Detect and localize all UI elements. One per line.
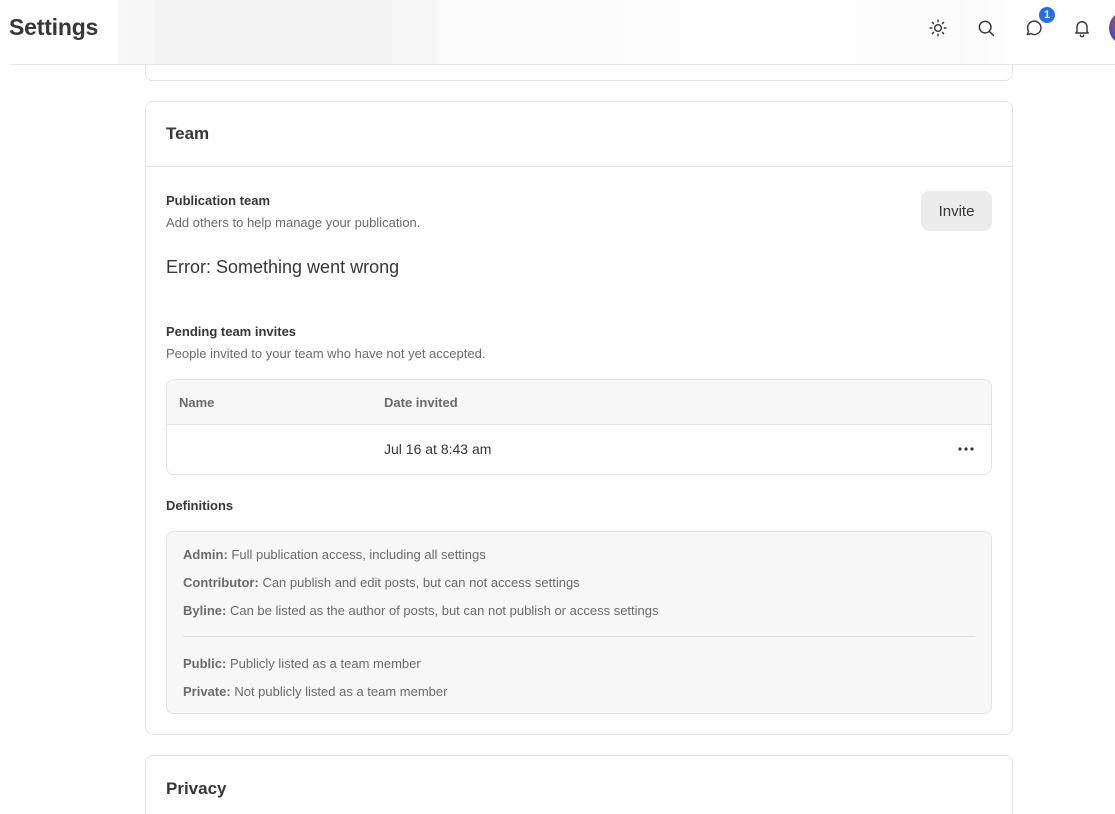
definition-text: Full publication access, including all s… [231,547,486,562]
definition-term: Private: [183,684,231,699]
pending-invites-table: Name Date invited Jul 16 at 8:43 am [166,379,992,475]
sun-icon [929,19,947,37]
table-row: Jul 16 at 8:43 am [167,425,991,474]
header-background-shape [155,0,437,64]
definition-text: Can be listed as the author of posts, bu… [229,603,659,618]
team-card-header: Team [146,102,1012,167]
search-icon [978,20,995,37]
bell-icon [1075,21,1089,38]
publication-team-description: Add others to help manage your publicati… [166,215,421,230]
user-avatar[interactable] [1109,11,1115,45]
team-card-title: Team [166,124,210,143]
definition-public: Public: Publicly listed as a team member [183,656,421,671]
definition-contributor: Contributor: Can publish and edit posts,… [183,575,580,590]
definition-text: Publicly listed as a team member [229,656,421,671]
more-horizontal-icon [958,447,974,451]
definitions-box: Admin: Full publication access, includin… [166,531,992,714]
search-button[interactable] [970,12,1002,44]
definitions-title: Definitions [166,498,234,513]
page-title: Settings [9,14,99,40]
definitions-divider [183,636,975,637]
privacy-card: Privacy [145,755,1013,814]
invite-date: Jul 16 at 8:43 am [384,441,492,457]
theme-toggle-button[interactable] [922,12,954,44]
row-more-button[interactable] [953,437,979,461]
definition-text: Can publish and edit posts, but can not … [262,575,580,590]
definition-admin: Admin: Full publication access, includin… [183,547,486,562]
definition-term: Contributor: [183,575,259,590]
column-header-date: Date invited [384,395,458,410]
table-header: Name Date invited [167,380,991,425]
settings-page: Settings 1 Team Publication team Add oth… [0,0,1115,814]
definition-term: Public: [183,656,227,671]
definition-text: Not publicly listed as a team member [234,684,448,699]
column-header-name: Name [179,395,215,410]
team-card: Team Publication team Add others to help… [145,101,1013,735]
definition-term: Byline: [183,603,227,618]
definition-term: Admin: [183,547,228,562]
definition-byline: Byline: Can be listed as the author of p… [183,603,659,618]
pending-invites-title: Pending team invites [166,324,297,339]
top-header: Settings 1 [0,0,1115,65]
privacy-card-title: Privacy [166,779,227,798]
publication-team-title: Publication team [166,193,271,208]
invite-button[interactable]: Invite [921,191,992,231]
header-divider [9,64,1115,65]
error-message: Error: Something went wrong [166,257,400,277]
chat-notification-badge: 1 [1038,6,1056,24]
definition-private: Private: Not publicly listed as a team m… [183,684,447,699]
pending-invites-description: People invited to your team who have not… [166,346,486,361]
notifications-button[interactable] [1066,12,1098,44]
